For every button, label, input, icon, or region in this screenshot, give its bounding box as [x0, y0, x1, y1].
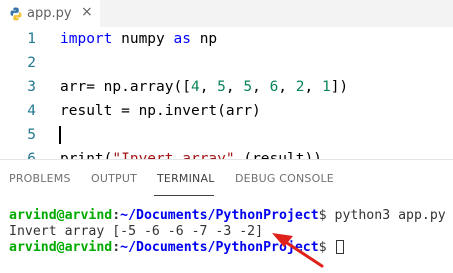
code-line[interactable]: 4 result = np.invert(arr) [0, 99, 453, 123]
terminal-path: ~/Documents/PythonProject [120, 240, 319, 255]
code-text: arr= np.array([4, 5, 5, 6, 2, 1]) [60, 75, 348, 99]
code-line[interactable]: 3 arr= np.array([4, 5, 5, 6, 2, 1]) [0, 75, 453, 99]
terminal-user-host: arvind@arvind [9, 240, 113, 255]
code-token: , [199, 79, 218, 95]
terminal-path: ~/Documents/PythonProject [120, 208, 319, 223]
code-token: , [304, 79, 322, 95]
terminal-view[interactable]: arvind@arvind:~/Documents/PythonProject$… [0, 198, 453, 273]
keyword-token: as [173, 31, 191, 47]
panel-tab-bar: PROBLEMS OUTPUT TERMINAL DEBUG CONSOLE [0, 160, 453, 198]
tab-filename: app.py [27, 6, 72, 21]
code-token: ]) [330, 79, 349, 95]
number-token: 4 [190, 79, 200, 95]
code-text: import numpy as np [60, 27, 217, 51]
text-cursor [59, 126, 61, 144]
code-line[interactable]: 1 import numpy as np [0, 27, 453, 51]
terminal-cursor [335, 240, 344, 254]
terminal-user-host: arvind@arvind [9, 208, 113, 223]
terminal-output-line: Invert array [-5 -6 -6 -7 -3 -2] [9, 224, 264, 239]
code-token: , [278, 79, 296, 95]
number-token: 6 [269, 79, 279, 95]
code-text: result = np.invert(arr) [60, 99, 261, 123]
number-token: 5 [243, 79, 253, 95]
number-token: 5 [217, 79, 226, 95]
tab-problems[interactable]: PROBLEMS [9, 172, 71, 185]
terminal-colon: : [112, 240, 121, 255]
code-token: np [190, 31, 218, 47]
code-token: result = np.invert(arr) [60, 103, 261, 119]
line-number: 2 [27, 55, 36, 71]
editor-tab-bar: app.py × [0, 0, 453, 27]
code-token: arr= np.array([ [60, 79, 191, 95]
tab-debug-console[interactable]: DEBUG CONSOLE [235, 172, 334, 185]
line-number: 1 [27, 31, 36, 47]
code-token: numpy [112, 31, 174, 47]
keyword-token: import [60, 31, 113, 47]
close-icon[interactable]: × [81, 4, 93, 20]
number-token: 1 [321, 79, 331, 95]
terminal-command: $ python3 app.py [318, 208, 446, 223]
line-number: 4 [27, 103, 36, 119]
code-token: , [252, 79, 270, 95]
terminal-prompt-line: arvind@arvind:~/Documents/PythonProject$ [9, 240, 344, 256]
terminal-colon: : [112, 208, 121, 223]
terminal-command-line: arvind@arvind:~/Documents/PythonProject$… [9, 208, 446, 224]
terminal-prompt-symbol: $ [318, 240, 335, 255]
code-line[interactable]: 5 [0, 123, 453, 147]
code-line[interactable]: 2 [0, 51, 453, 75]
line-number: 3 [27, 79, 36, 95]
number-token: 2 [295, 79, 305, 95]
tab-output[interactable]: OUTPUT [91, 172, 137, 185]
code-token: , [225, 79, 244, 95]
tab-terminal[interactable]: TERMINAL [157, 172, 215, 185]
active-tab-indicator [154, 195, 214, 196]
code-editor[interactable]: 1 import numpy as np 2 3 arr= np.array([4, 5… [0, 27, 453, 167]
editor-tab-app-py[interactable]: app.py × [0, 0, 100, 27]
python-icon [10, 7, 22, 21]
line-number: 5 [27, 127, 36, 143]
